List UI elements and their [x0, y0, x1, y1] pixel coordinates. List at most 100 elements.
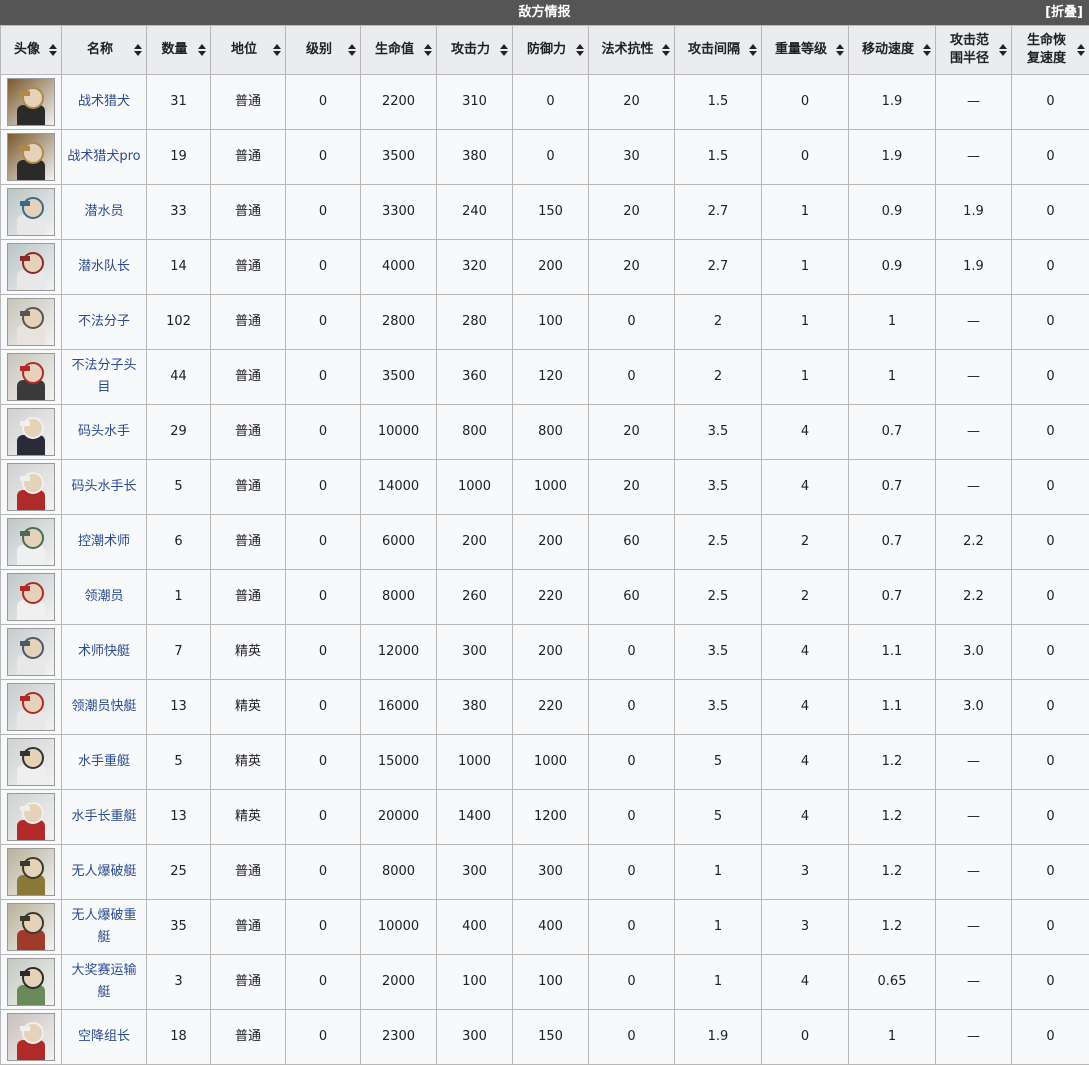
sort-icon[interactable]: [273, 44, 281, 56]
column-header-level[interactable]: 级别: [286, 26, 361, 75]
enemy-name-link[interactable]: 水手长重艇: [71, 806, 136, 828]
column-header-count[interactable]: 数量: [147, 26, 211, 75]
column-header-rank[interactable]: 地位: [211, 26, 286, 75]
sort-icon[interactable]: [999, 44, 1007, 56]
cell-enemy-name[interactable]: 水手重艇: [62, 735, 147, 790]
enemy-name-link[interactable]: 无人爆破重艇: [66, 905, 142, 949]
drone-demolition-boat-icon[interactable]: [7, 848, 55, 896]
column-header-weight[interactable]: 重量等级: [762, 26, 849, 75]
cell-enemy-name[interactable]: 空降组长: [62, 1010, 147, 1065]
cell-atk: 200: [437, 515, 513, 570]
enemy-name-link[interactable]: 潜水队长: [78, 256, 130, 278]
tide-leader-speedboat-icon[interactable]: [7, 683, 55, 731]
tactical-hound-icon[interactable]: [7, 78, 55, 126]
column-header-interval[interactable]: 攻击间隔: [675, 26, 762, 75]
cell-regen: 0: [1012, 790, 1089, 845]
airborne-squad-leader-icon[interactable]: [7, 1013, 55, 1061]
cell-enemy-name[interactable]: 潜水员: [62, 185, 147, 240]
caster-speedboat-icon[interactable]: [7, 628, 55, 676]
cell-enemy-name[interactable]: 战术猎犬pro: [62, 130, 147, 185]
cell-interval: 2.5: [675, 570, 762, 625]
enemy-name-link[interactable]: 空降组长: [78, 1026, 130, 1048]
cell-enemy-name[interactable]: 码头水手: [62, 405, 147, 460]
sort-icon[interactable]: [348, 44, 356, 56]
cell-enemy-name[interactable]: 潜水队长: [62, 240, 147, 295]
cell-enemy-name[interactable]: 术师快艇: [62, 625, 147, 680]
enemy-name-link[interactable]: 战术猎犬: [78, 91, 130, 113]
cell-enemy-name[interactable]: 控潮术师: [62, 515, 147, 570]
tide-leader-icon[interactable]: [7, 573, 55, 621]
cell-regen: 0: [1012, 1010, 1089, 1065]
column-header-label: 级别: [306, 41, 340, 59]
enemy-name-link[interactable]: 控潮术师: [78, 531, 130, 553]
enemy-name-link[interactable]: 大奖赛运输艇: [66, 960, 142, 1004]
cell-enemy-name[interactable]: 水手长重艇: [62, 790, 147, 845]
cell-regen: 0: [1012, 75, 1089, 130]
enemy-name-link[interactable]: 无人爆破艇: [71, 861, 136, 883]
cell-speed: 1: [849, 295, 936, 350]
column-header-range[interactable]: 攻击范围半径: [936, 26, 1012, 75]
sort-icon[interactable]: [836, 44, 844, 56]
cell-enemy-name[interactable]: 码头水手长: [62, 460, 147, 515]
column-header-speed[interactable]: 移动速度: [849, 26, 936, 75]
enemy-name-link[interactable]: 术师快艇: [78, 641, 130, 663]
cell-enemy-name[interactable]: 不法分子头目: [62, 350, 147, 405]
cell-hp: 3500: [361, 350, 437, 405]
sort-icon[interactable]: [134, 44, 142, 56]
sort-icon[interactable]: [424, 44, 432, 56]
cell-enemy-name[interactable]: 战术猎犬: [62, 75, 147, 130]
enemy-name-link[interactable]: 码头水手长: [71, 476, 136, 498]
enemy-name-link[interactable]: 不法分子头目: [66, 355, 142, 399]
column-header-avatar[interactable]: 头像: [1, 26, 62, 75]
grand-prix-transport-boat-icon[interactable]: [7, 958, 55, 1006]
enemy-name-link[interactable]: 领潮员快艇: [71, 696, 136, 718]
avatar-cell: [1, 1010, 62, 1065]
sort-icon[interactable]: [49, 44, 57, 56]
sort-icon[interactable]: [923, 44, 931, 56]
sort-icon[interactable]: [749, 44, 757, 56]
cell-count: 1: [147, 570, 211, 625]
column-header-def[interactable]: 防御力: [513, 26, 589, 75]
sort-icon[interactable]: [576, 44, 584, 56]
enemy-name-link[interactable]: 码头水手: [78, 421, 130, 443]
enemy-name-link[interactable]: 领潮员: [84, 586, 123, 608]
cell-res: 0: [589, 790, 675, 845]
diver-captain-icon[interactable]: [7, 243, 55, 291]
cell-interval: 2: [675, 350, 762, 405]
sort-icon[interactable]: [1077, 44, 1085, 56]
cell-enemy-name[interactable]: 领潮员快艇: [62, 680, 147, 735]
outlaw-leader-icon[interactable]: [7, 353, 55, 401]
tactical-hound-pro-icon[interactable]: [7, 133, 55, 181]
cell-enemy-name[interactable]: 领潮员: [62, 570, 147, 625]
enemy-name-link[interactable]: 战术猎犬pro: [67, 146, 140, 168]
outlaw-icon[interactable]: [7, 298, 55, 346]
enemy-name-link[interactable]: 不法分子: [78, 311, 130, 333]
cell-enemy-name[interactable]: 无人爆破艇: [62, 845, 147, 900]
cell-res: 60: [589, 570, 675, 625]
sort-icon[interactable]: [198, 44, 206, 56]
column-header-hp[interactable]: 生命值: [361, 26, 437, 75]
diver-icon[interactable]: [7, 188, 55, 236]
cell-enemy-name[interactable]: 大奖赛运输艇: [62, 955, 147, 1010]
sailor-heavy-boat-icon[interactable]: [7, 738, 55, 786]
avatar-cell: [1, 75, 62, 130]
cell-enemy-name[interactable]: 不法分子: [62, 295, 147, 350]
sort-icon[interactable]: [500, 44, 508, 56]
tide-caster-icon[interactable]: [7, 518, 55, 566]
enemy-name-link[interactable]: 潜水员: [84, 201, 123, 223]
column-header-res[interactable]: 法术抗性: [589, 26, 675, 75]
dock-sailor-icon[interactable]: [7, 408, 55, 456]
dock-sailor-chief-icon[interactable]: [7, 463, 55, 511]
cell-atk: 1000: [437, 460, 513, 515]
column-header-regen[interactable]: 生命恢复速度: [1012, 26, 1089, 75]
enemy-name-link[interactable]: 水手重艇: [78, 751, 130, 773]
sailor-chief-heavy-boat-icon[interactable]: [7, 793, 55, 841]
table-row: 大奖赛运输艇3普通020001001000140.65—0: [1, 955, 1089, 1010]
cell-enemy-name[interactable]: 无人爆破重艇: [62, 900, 147, 955]
drone-heavy-demolition-boat-icon[interactable]: [7, 903, 55, 951]
fold-toggle-button[interactable]: [折叠]: [1045, 0, 1083, 25]
sort-icon[interactable]: [662, 44, 670, 56]
column-header-atk[interactable]: 攻击力: [437, 26, 513, 75]
avatar-cell: [1, 460, 62, 515]
column-header-name[interactable]: 名称: [62, 26, 147, 75]
